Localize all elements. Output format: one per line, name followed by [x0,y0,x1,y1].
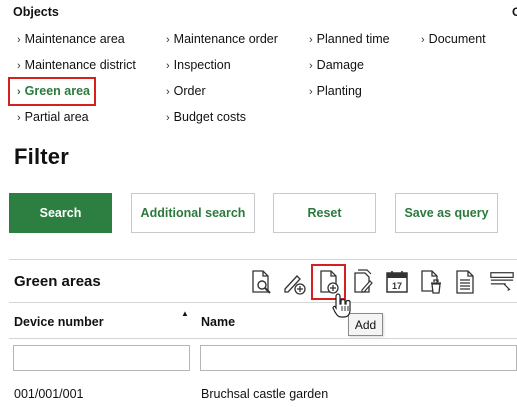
clipped-edge-text: C [512,5,517,19]
link-label: Planned time [316,32,390,46]
link-planned-time[interactable]: › Planned time [309,31,390,48]
cell-device-number[interactable]: 001/001/001 [14,387,84,401]
link-partial-area[interactable]: › Partial area [17,109,89,126]
filter-title: Filter [14,144,69,169]
column-header-name[interactable]: Name [201,315,235,329]
device-number-filter-input[interactable] [13,345,190,371]
link-label: Document [428,32,486,46]
additional-search-button[interactable]: Additional search [131,193,255,233]
overflow-menu-icon[interactable] [489,268,517,296]
chevron-right-icon: › [17,34,21,46]
link-planting[interactable]: › Planting [309,83,362,100]
list-document-icon[interactable] [452,268,478,296]
selection-highlight [8,77,96,106]
copy-edit-icon[interactable] [350,268,376,296]
delete-document-icon[interactable] [418,268,444,296]
link-label: Damage [316,58,364,72]
chevron-right-icon: › [166,34,170,46]
link-maintenance-area[interactable]: › Maintenance area [17,31,125,48]
chevron-right-icon: › [17,112,21,124]
search-button[interactable]: Search [9,193,112,233]
link-order[interactable]: › Order [166,83,206,100]
edit-add-icon[interactable] [281,268,307,296]
link-budget-costs[interactable]: › Budget costs [166,109,246,126]
chevron-right-icon: › [309,34,313,46]
divider [9,338,517,339]
search-document-icon[interactable] [248,268,274,296]
cell-name[interactable]: Bruchsal castle garden [201,387,328,401]
link-label: Inspection [173,58,231,72]
section-title: Green areas [14,273,101,290]
link-document[interactable]: › Document [421,31,486,48]
link-label: Planting [316,84,362,98]
divider [9,259,517,260]
divider [9,302,517,303]
link-label: Maintenance district [24,58,136,72]
calendar-icon[interactable]: 17 [384,268,410,296]
calendar-day: 17 [392,281,402,291]
save-as-query-button[interactable]: Save as query [395,193,498,233]
link-label: Order [173,84,206,98]
link-label: Partial area [24,110,89,124]
link-maintenance-district[interactable]: › Maintenance district [17,57,136,74]
column-header-device-number[interactable]: Device number [14,315,104,329]
chevron-right-icon: › [166,60,170,72]
sort-ascending-icon[interactable]: ▲ [181,309,189,318]
chevron-right-icon: › [17,60,21,72]
link-label: Maintenance area [24,32,125,46]
link-label: Maintenance order [173,32,278,46]
link-maintenance-order[interactable]: › Maintenance order [166,31,278,48]
chevron-right-icon: › [309,60,313,72]
chevron-right-icon: › [309,86,313,98]
chevron-right-icon: › [421,34,425,46]
chevron-right-icon: › [166,112,170,124]
name-filter-input[interactable] [200,345,517,371]
link-label: Budget costs [173,110,246,124]
hand-cursor-icon [332,292,352,318]
tooltip: Add [348,313,383,336]
link-damage[interactable]: › Damage [309,57,364,74]
chevron-right-icon: › [166,86,170,98]
reset-button[interactable]: Reset [273,193,376,233]
objects-title: Objects [13,5,59,19]
link-inspection[interactable]: › Inspection [166,57,231,74]
